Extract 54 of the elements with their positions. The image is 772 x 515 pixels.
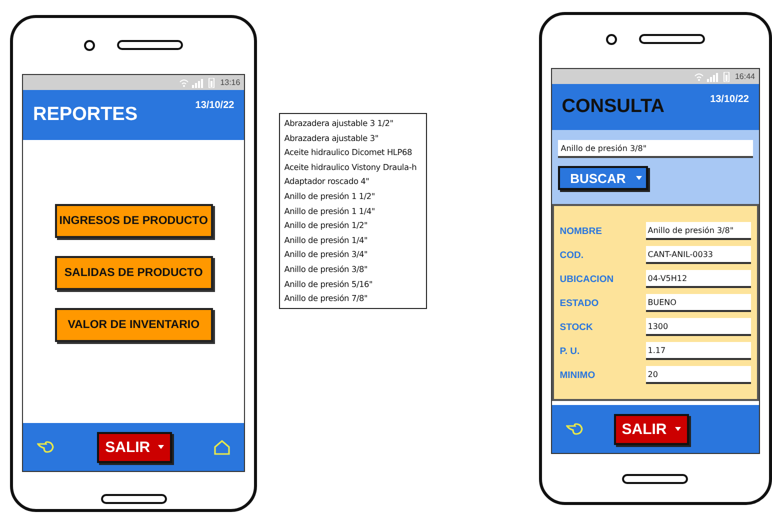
report-button[interactable]: VALOR DE INVENTARIO (54, 308, 213, 342)
screen-title: REPORTES (33, 104, 138, 126)
list-item[interactable]: Aceite hidraulico Vistony Draula-h (284, 160, 422, 174)
field-value[interactable]: 1.17 (646, 342, 751, 360)
speaker-slot (117, 40, 184, 50)
list-item[interactable]: Anillo de presión 3/4" (284, 247, 422, 262)
field-value[interactable]: 04-V5H12 (646, 270, 751, 288)
list-item[interactable]: Aceite hidraulico Dicomet HLP68 (284, 145, 422, 160)
field-value[interactable]: BUENO (646, 294, 751, 312)
search-field[interactable]: Anillo de presión 3/8" (558, 140, 753, 158)
report-button[interactable]: SALIDAS DE PRODUCTO (54, 256, 213, 290)
report-button[interactable]: INGRESOS DE PRODUCTO (54, 204, 213, 238)
field-value[interactable]: CANT-ANIL-0033 (646, 246, 751, 264)
list-item[interactable]: Abrazadera ajustable 3 1/2" (284, 116, 422, 131)
screen-title: CONSULTA (562, 96, 664, 118)
pointing-hand-icon[interactable] (566, 422, 584, 436)
signal-icons (179, 78, 218, 88)
field-label: STOCK (560, 322, 594, 332)
signal-icons (694, 72, 732, 82)
camera-dot (606, 34, 617, 44)
field-label: COD. (560, 250, 584, 260)
field-label: MINIMO (560, 370, 596, 380)
home-icon[interactable] (214, 440, 230, 454)
header-date: 13/10/22 (195, 100, 234, 111)
list-item[interactable]: Anillo de presión 7/8" (284, 291, 422, 306)
home-button[interactable] (622, 474, 688, 484)
field-value[interactable]: Anillo de presión 3/8" (646, 222, 751, 240)
field-value[interactable]: 20 (646, 366, 751, 384)
search-button[interactable]: BUSCAR (558, 166, 648, 190)
field-label: NOMBRE (560, 226, 603, 236)
list-item[interactable]: Abrazadera ajustable 3" (284, 130, 422, 146)
header-date: 13/10/22 (710, 94, 749, 105)
speaker-slot (638, 34, 705, 44)
caret-icon (674, 427, 681, 431)
list-item[interactable]: Anillo de presión 1 1/2" (284, 188, 422, 204)
field-label: UBICACION (560, 274, 615, 284)
exit-button[interactable]: SALIR (97, 432, 172, 462)
status-time: 13:16 (220, 78, 240, 87)
exit-button[interactable]: SALIR (614, 414, 689, 444)
pointing-hand-icon[interactable] (37, 440, 55, 454)
status-time: 16:44 (734, 72, 755, 81)
field-label: P. U. (560, 346, 581, 356)
caret-icon (158, 445, 164, 449)
list-item[interactable]: Anillo de presión 1/4" (284, 232, 422, 248)
camera-dot (84, 40, 96, 50)
list-item[interactable]: Anillo de presión 1 1/4" (284, 204, 422, 218)
list-item[interactable]: Anillo de presión 5/16" (284, 276, 422, 292)
list-item[interactable]: Anillo de presión 1/2" (284, 218, 422, 233)
field-value[interactable]: 1300 (646, 318, 751, 336)
caret-icon (636, 176, 642, 180)
list-item[interactable]: Anillo de presión 3/8" (284, 262, 422, 277)
list-item[interactable]: Adaptador roscado 4" (284, 174, 422, 189)
field-label: ESTADO (560, 298, 600, 308)
home-button[interactable] (100, 494, 167, 504)
